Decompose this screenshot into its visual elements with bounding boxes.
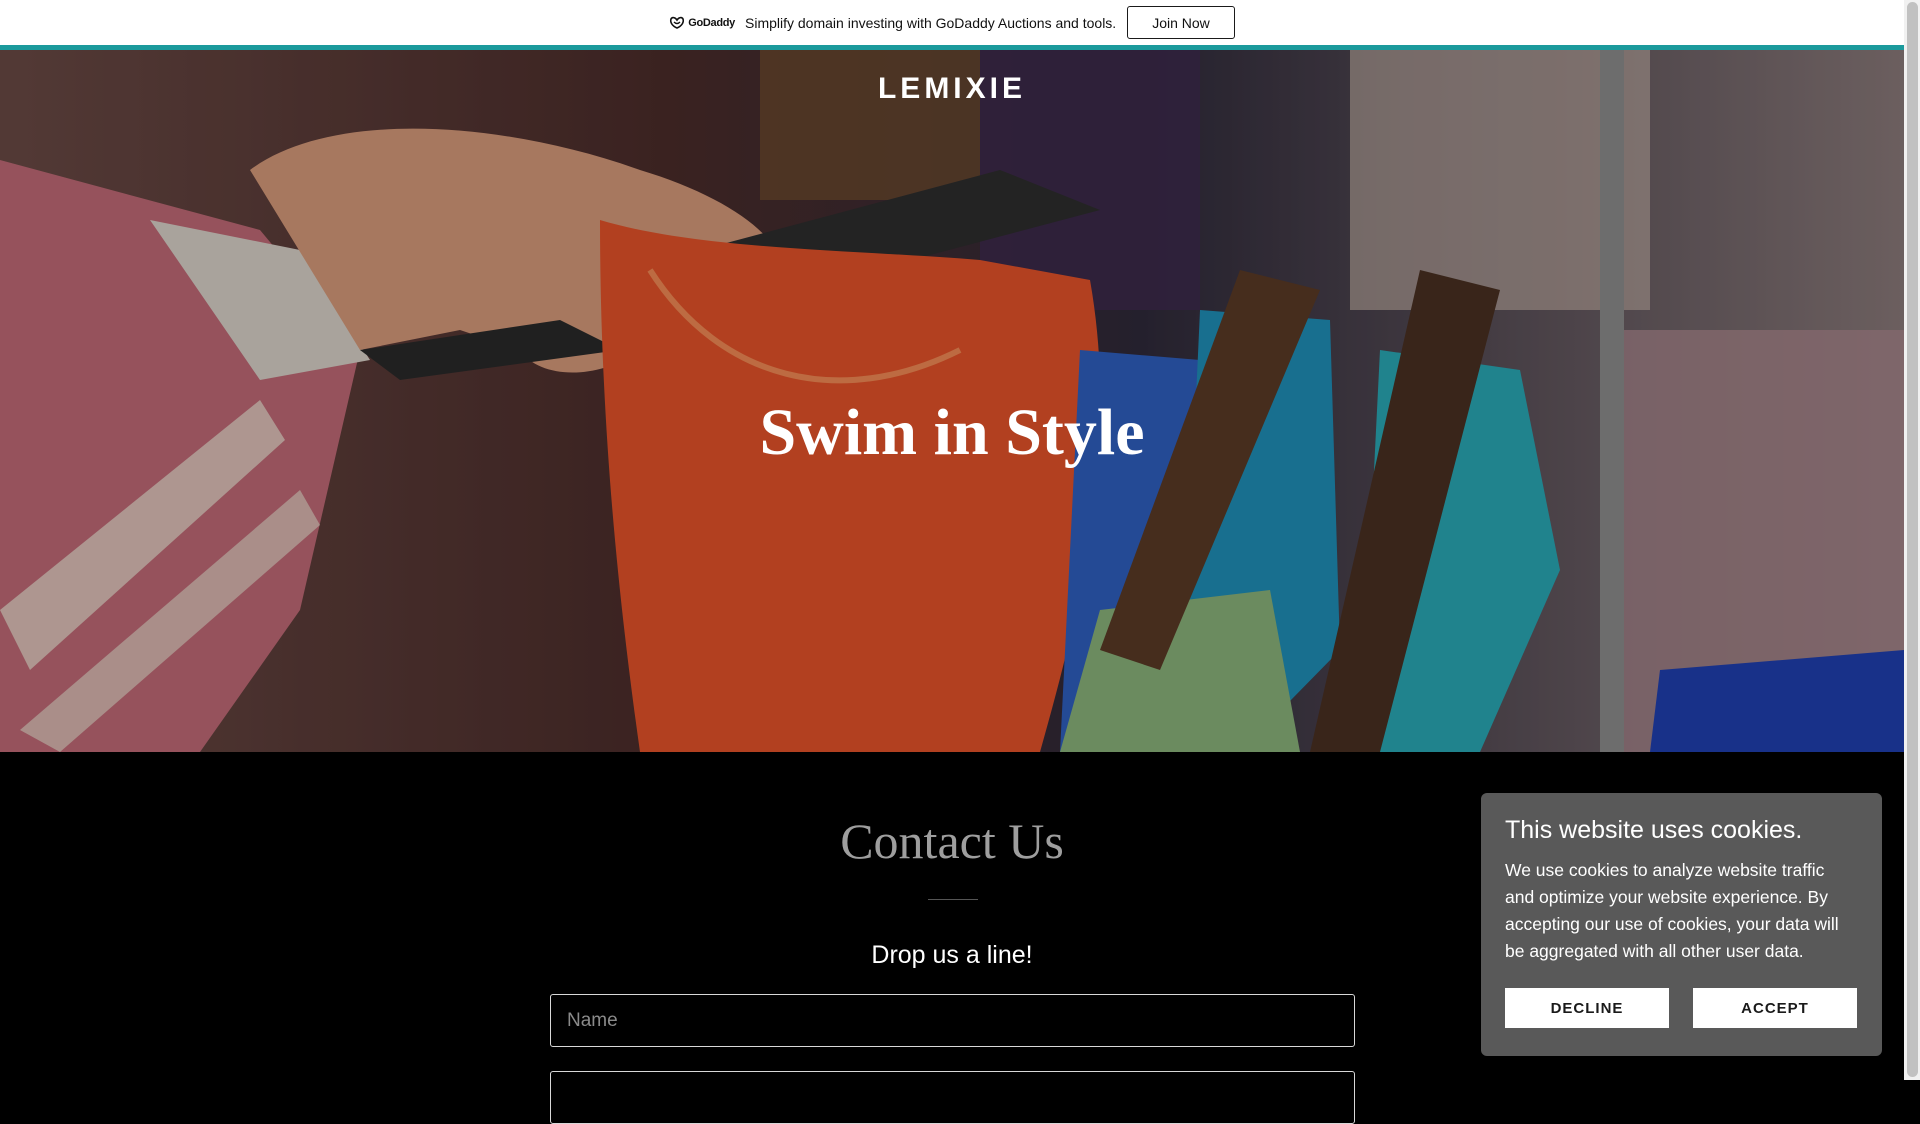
- page-scrollbar[interactable]: [1904, 0, 1920, 1080]
- join-now-button[interactable]: Join Now: [1127, 6, 1235, 39]
- hero-heading: Swim in Style: [759, 396, 1145, 469]
- promo-bar: GoDaddy Simplify domain investing with G…: [0, 0, 1904, 45]
- email-field[interactable]: [550, 1071, 1355, 1124]
- cookie-banner: This website uses cookies. We use cookie…: [1481, 793, 1882, 1056]
- section-divider: [928, 899, 978, 900]
- site-title[interactable]: LEMIXIE: [0, 72, 1904, 106]
- scrollbar-thumb[interactable]: [1907, 2, 1918, 1077]
- hero-section: LEMIXIE Swim in Style: [0, 50, 1904, 752]
- accept-button[interactable]: ACCEPT: [1693, 988, 1857, 1028]
- name-field[interactable]: Name: [550, 994, 1355, 1047]
- decline-button[interactable]: DECLINE: [1505, 988, 1669, 1028]
- cookie-text: We use cookies to analyze website traffi…: [1505, 860, 1839, 961]
- cookie-buttons: DECLINE ACCEPT: [1505, 988, 1857, 1028]
- godaddy-logo-text: GoDaddy: [688, 16, 735, 29]
- cookie-title: This website uses cookies.: [1505, 816, 1803, 844]
- promo-text: Simplify domain investing with GoDaddy A…: [745, 14, 1117, 31]
- godaddy-icon: [670, 16, 685, 29]
- name-placeholder: Name: [567, 1009, 618, 1031]
- godaddy-logo[interactable]: GoDaddy: [669, 16, 735, 30]
